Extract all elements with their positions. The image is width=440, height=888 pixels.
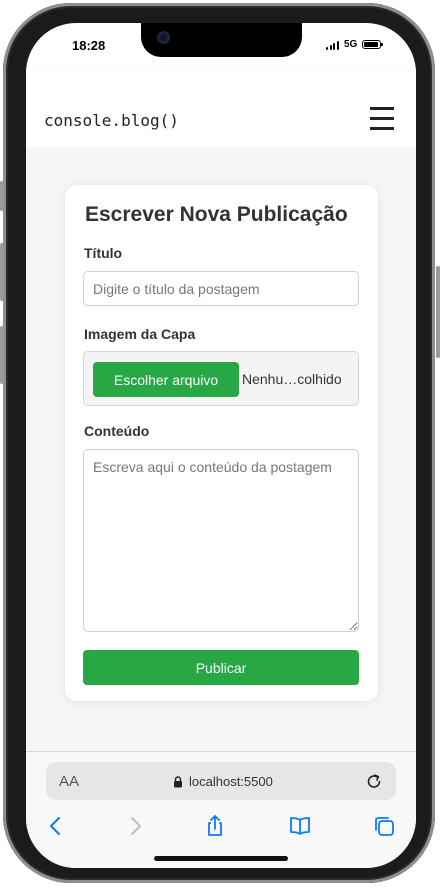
menu-icon[interactable] (370, 107, 394, 131)
content-textarea[interactable] (83, 449, 359, 632)
share-icon[interactable] (203, 814, 227, 838)
battery-icon (362, 40, 383, 49)
status-time: 18:28 (72, 38, 106, 53)
home-indicator[interactable] (154, 856, 288, 861)
reload-icon[interactable] (365, 772, 383, 790)
signal-icon (326, 41, 340, 50)
page-content: Escrever Nova Publicação Título Imagem d… (26, 147, 416, 751)
address-bar[interactable]: AA localhost:5500 (46, 762, 396, 800)
browser-bottom-bar: AA localhost:5500 (26, 751, 416, 868)
publish-button[interactable]: Publicar (83, 650, 359, 685)
title-input[interactable] (83, 271, 359, 306)
choose-file-button[interactable]: Escolher arquivo (93, 362, 239, 397)
no-file-chosen-text: Nenhu…colhido (242, 371, 342, 387)
back-icon[interactable] (44, 814, 68, 838)
cover-image-label: Imagem da Capa (84, 326, 196, 342)
power-button (436, 266, 440, 358)
notch (141, 23, 302, 57)
text-size-label: AA (59, 773, 80, 790)
tabs-icon[interactable] (372, 814, 396, 838)
silent-switch (0, 181, 4, 211)
network-type: 5G (344, 39, 358, 50)
url-text: localhost:5500 (189, 774, 273, 789)
site-logo[interactable]: console.blog() (44, 111, 179, 130)
form-title: Escrever Nova Publicação (85, 203, 348, 226)
front-camera (157, 31, 170, 44)
cover-image-file-input[interactable]: Escolher arquivo Nenhu…colhido (83, 351, 359, 406)
bookmarks-icon[interactable] (288, 814, 312, 838)
forward-icon[interactable] (123, 814, 147, 838)
site-navbar: console.blog() (26, 69, 416, 147)
lock-icon (174, 776, 182, 788)
volume-up-button (0, 243, 4, 301)
text-size-button[interactable]: AA (59, 773, 79, 790)
screen: 18:28 5G console.blog() Escrever Nova Pu… (26, 23, 416, 868)
volume-down-button (0, 326, 4, 384)
post-form-card: Escrever Nova Publicação Título Imagem d… (65, 185, 378, 701)
content-label: Conteúdo (84, 423, 150, 439)
title-label: Título (84, 245, 123, 261)
